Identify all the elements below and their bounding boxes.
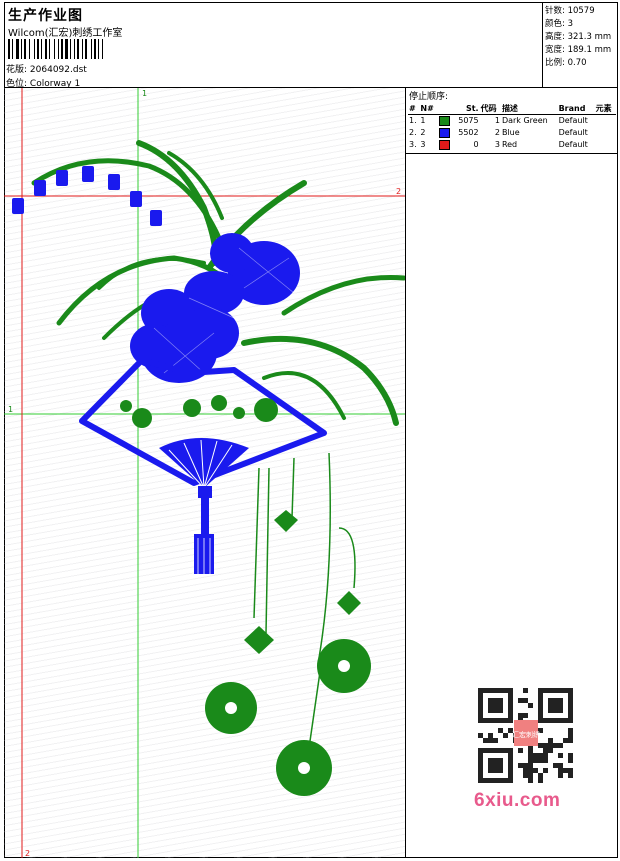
col-brand: Brand [557,103,595,115]
col-element: 元素 [594,103,616,115]
watermark-logo: 6xiu.com [474,790,561,811]
design-canvas[interactable]: 1 1 2 2 [4,88,406,858]
design-filename: 2064092.dst [29,65,87,75]
table-row[interactable]: 2. 2 5502 2 Blue Default [408,127,616,139]
col-code: 代码 [479,103,501,115]
color-swatch [438,127,450,138]
barcode [8,39,103,59]
stat-height: 高度: 321.3 mm [545,32,612,42]
color-swatch [438,139,450,150]
stat-stitches: 针数: 10579 [545,6,595,16]
guide-label-h1: 1 [8,405,13,414]
table-row[interactable]: 1. 1 5075 1 Dark Green Default [408,115,616,128]
guide-label-v1: 1 [142,89,147,98]
design-file: 花版: 2064092.dst [6,65,87,75]
blue-fan [79,357,327,574]
embroidery-preview: 1 1 2 2 [4,88,405,858]
table-divider [406,153,618,154]
col-swatch [437,103,454,115]
qr-code: 汇宏刺绣 [470,680,580,790]
col-desc: 描述 [500,103,558,115]
stat-colors: 颜色: 3 [545,19,573,29]
color-swatch [438,115,450,126]
guide-label-v2: 2 [25,849,30,858]
stat-scale: 比例: 0.70 [545,58,587,68]
design-stats: 针数: 10579 颜色: 3 高度: 321.3 mm 宽度: 189.1 m… [542,2,618,88]
company-name: Wilcom(汇宏)刺绣工作室 [8,28,123,39]
blue-peony [130,233,300,383]
green-pendants [205,510,371,796]
qr-badge: 汇宏刺绣 [512,730,540,739]
stop-sequence-heading: 停止顺序: [409,92,449,102]
worksheet-header: 生产作业图 Wilcom(汇宏)刺绣工作室 花版: 2064092.dst 色位… [4,2,618,89]
stop-sequence-table: # N# St. 代码 描述 Brand 元素 1. 1 5075 1 Dark… [408,103,616,151]
table-header-row: # N# St. 代码 描述 Brand 元素 [408,103,616,115]
page-title: 生产作业图 [8,8,83,24]
guide-label-h2: 2 [396,187,401,196]
stat-width: 宽度: 189.1 mm [545,45,612,55]
col-needle: N# [419,103,438,115]
table-row[interactable]: 3. 3 0 3 Red Default [408,139,616,151]
col-stitches: St. [453,103,480,115]
col-index: # [408,103,420,115]
fan-floral-motif [120,395,278,428]
